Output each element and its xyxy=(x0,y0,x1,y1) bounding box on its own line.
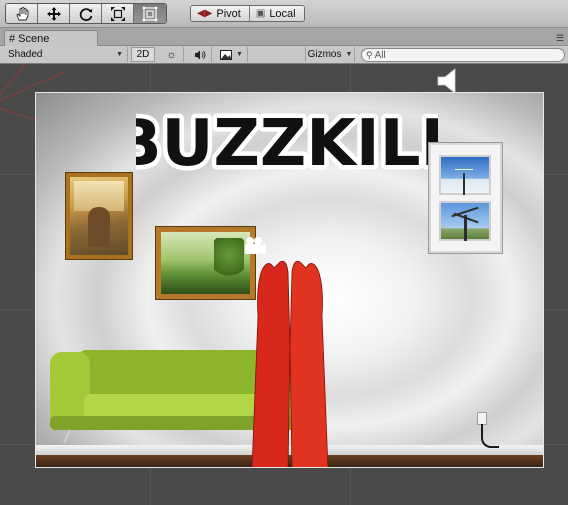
rect-tool-button[interactable] xyxy=(134,4,166,23)
tab-bar: # Scene ☰ xyxy=(0,28,568,47)
pivot-label: Pivot xyxy=(216,7,241,20)
grid-hash-icon: # xyxy=(9,33,16,45)
local-label: Local xyxy=(269,7,296,20)
gizmos-label: Gizmos xyxy=(307,49,342,60)
painting-village[interactable] xyxy=(65,172,133,260)
window-pane-blossom xyxy=(439,155,491,195)
power-cord xyxy=(481,424,499,448)
sun-icon: ☼ xyxy=(166,48,177,61)
scene-toolbar: Shaded ▼ 2D ☼ ▼ Gizmos ▼ ⚲ All xyxy=(0,46,568,64)
transform-tool-group xyxy=(5,3,167,24)
pivot-button[interactable]: ◀▶ Pivot xyxy=(191,6,250,21)
unity-editor: ◀▶ Pivot ▣ Local # Scene ☰ Shaded ▼ 2D ☼ xyxy=(0,0,568,505)
scene-effects-dropdown[interactable]: ▼ xyxy=(216,47,248,62)
game-logo-text: BUZZKILL xyxy=(136,107,438,181)
audio-source-gizmo[interactable] xyxy=(437,68,459,94)
camera-frame[interactable]: BUZZKILL BUZZKILL xyxy=(35,92,544,468)
shading-mode-dropdown[interactable]: Shaded ▼ xyxy=(4,47,128,62)
rotate-tool-button[interactable] xyxy=(70,4,102,23)
camera-gizmo[interactable] xyxy=(241,234,267,260)
mode-2d-toggle[interactable]: 2D xyxy=(131,47,155,62)
camera-icon xyxy=(245,237,266,255)
scale-tool-button[interactable] xyxy=(102,4,134,23)
painting-archway xyxy=(88,207,110,247)
search-icon: ⚲ xyxy=(366,49,373,60)
tab-options-menu-icon[interactable]: ☰ xyxy=(556,34,566,43)
scale-icon xyxy=(110,6,125,21)
gizmos-dropdown[interactable]: Gizmos ▼ xyxy=(305,47,355,62)
rotate-icon xyxy=(79,7,92,21)
pivot-icon: ◀▶ xyxy=(197,8,213,19)
game-logo: BUZZKILL BUZZKILL xyxy=(136,103,438,186)
main-toolbar: ◀▶ Pivot ▣ Local xyxy=(0,0,568,28)
rect-transform-icon xyxy=(142,6,158,21)
speaker-icon xyxy=(437,68,456,94)
mode-2d-label: 2D xyxy=(136,49,150,60)
speaker-icon xyxy=(194,50,205,59)
window-pane-tree xyxy=(439,201,491,241)
local-button[interactable]: ▣ Local xyxy=(249,6,304,21)
tab-scene[interactable]: # Scene xyxy=(4,30,98,47)
dropdown-arrow-icon: ▼ xyxy=(236,51,243,58)
tab-scene-label: Scene xyxy=(18,33,50,45)
hand-icon xyxy=(15,6,28,20)
painting-tree xyxy=(214,238,244,280)
wall-window[interactable] xyxy=(429,143,502,253)
pivot-toggle-group: ◀▶ Pivot ▣ Local xyxy=(190,5,305,22)
dropdown-arrow-icon: ▼ xyxy=(116,51,123,58)
scene-lighting-toggle[interactable]: ☼ xyxy=(160,47,184,62)
scene-viewport[interactable]: BUZZKILL BUZZKILL xyxy=(0,64,568,505)
scene-search-input[interactable]: ⚲ All xyxy=(361,48,565,62)
hand-tool-button[interactable] xyxy=(6,4,38,23)
search-placeholder: All xyxy=(374,49,386,61)
cube-icon: ▣ xyxy=(255,8,266,19)
move-arrows-icon xyxy=(46,6,61,21)
move-tool-button[interactable] xyxy=(38,4,70,23)
scene-audio-toggle[interactable] xyxy=(188,47,212,62)
shading-mode-value: Shaded xyxy=(8,49,43,60)
dropdown-arrow-icon: ▼ xyxy=(345,51,353,58)
red-arms[interactable] xyxy=(250,256,330,468)
image-icon xyxy=(220,49,233,60)
